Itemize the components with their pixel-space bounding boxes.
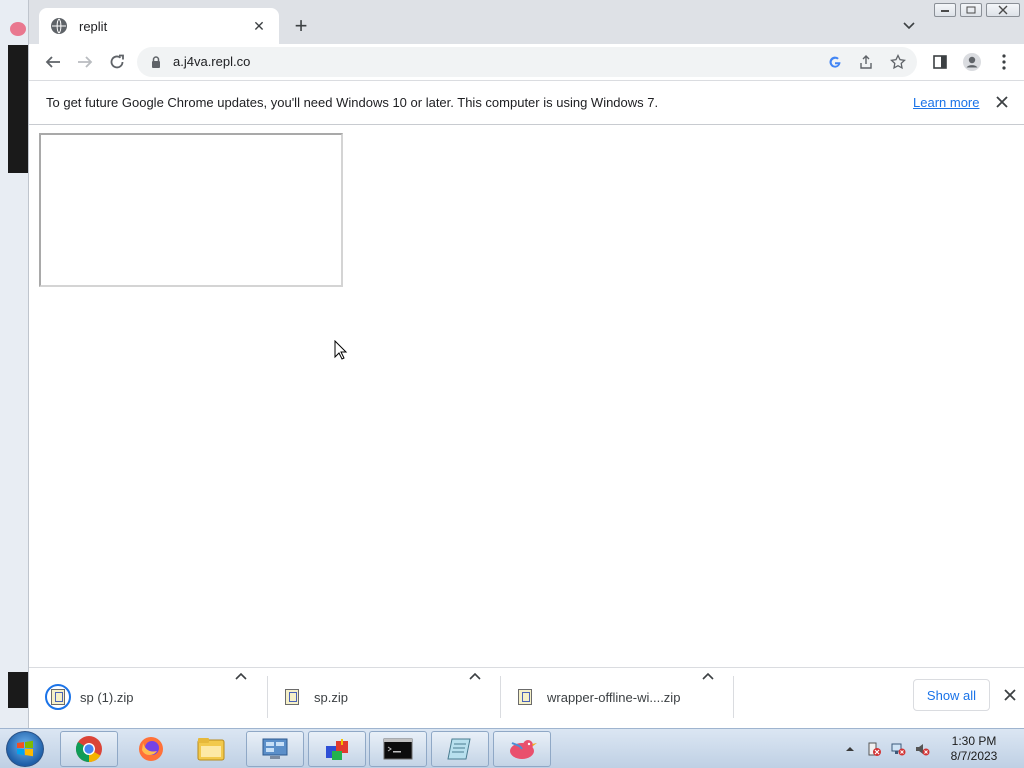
taskbar: 1:30 PM 8/7/2023 <box>0 728 1024 768</box>
file-explorer-icon <box>197 738 225 761</box>
close-window-button[interactable] <box>985 2 1021 18</box>
google-lens-icon[interactable] <box>826 53 844 71</box>
learn-more-link[interactable]: Learn more <box>913 95 979 110</box>
show-all-button[interactable]: Show all <box>913 679 990 711</box>
tab-close-icon[interactable]: ✕ <box>249 16 269 36</box>
network-icon[interactable] <box>890 741 906 757</box>
chevron-up-icon[interactable] <box>235 668 247 684</box>
download-item[interactable]: sp (1).zip <box>45 668 133 726</box>
new-tab-button[interactable]: + <box>289 14 313 38</box>
toolbar: a.j4va.repl.co <box>29 44 1024 80</box>
infobar-close-icon[interactable] <box>993 93 1011 111</box>
download-divider <box>267 676 268 718</box>
download-filename: sp.zip <box>314 689 348 705</box>
taskbar-firefox[interactable] <box>122 731 180 767</box>
profile-avatar-icon[interactable] <box>961 51 983 73</box>
taskbar-notepad[interactable] <box>431 731 489 767</box>
page-content <box>29 125 1024 667</box>
mouse-cursor-icon <box>334 340 348 360</box>
bird-app-icon <box>510 740 537 759</box>
side-panel-icon[interactable] <box>929 51 951 73</box>
download-shelf: sp (1).zip sp.zip wrapper-offline-wi....… <box>29 667 1024 728</box>
share-icon[interactable] <box>857 53 875 71</box>
desktop-bird-icon <box>10 22 26 36</box>
volume-muted-icon[interactable] <box>914 741 930 757</box>
download-item[interactable]: wrapper-offline-wi....zip <box>512 668 680 726</box>
download-divider <box>500 676 501 718</box>
firefox-icon <box>139 737 163 761</box>
tab-search-icon[interactable] <box>899 16 919 36</box>
background-window-edge <box>8 45 28 173</box>
chevron-up-icon[interactable] <box>702 668 714 684</box>
menu-kebab-icon[interactable] <box>993 51 1015 73</box>
download-divider <box>733 676 734 718</box>
clock-time: 1:30 PM <box>951 734 997 748</box>
command-prompt-icon <box>383 738 413 760</box>
globe-icon <box>51 18 67 34</box>
chevron-up-icon[interactable] <box>469 668 481 684</box>
control-panel-icon <box>262 738 288 759</box>
minimize-button[interactable] <box>933 2 957 18</box>
tray-expand-icon[interactable] <box>844 743 856 755</box>
action-center-icon[interactable] <box>866 741 882 757</box>
tab-title: replit <box>79 18 108 34</box>
taskbar-3d-app[interactable] <box>308 731 366 767</box>
update-infobar: To get future Google Chrome updates, you… <box>29 80 1024 125</box>
taskbar-bird-app[interactable] <box>493 731 551 767</box>
lock-icon[interactable] <box>149 55 163 69</box>
forward-button[interactable] <box>73 50 97 74</box>
taskbar-cmd[interactable] <box>369 731 427 767</box>
clock-date: 8/7/2023 <box>950 749 998 763</box>
title-bar: replit ✕ + <box>29 0 1024 44</box>
bookmark-star-icon[interactable] <box>889 53 907 71</box>
start-button[interactable] <box>6 731 44 767</box>
download-filename: wrapper-offline-wi....zip <box>547 689 681 705</box>
system-clock[interactable]: 1:30 PM 8/7/2023 <box>940 734 1008 764</box>
chrome-window: replit ✕ + a.j4va.repl.co To get future … <box>28 0 1024 728</box>
zip-file-icon <box>512 684 538 710</box>
url-text: a.j4va.repl.co <box>173 54 251 69</box>
windows-logo-icon <box>17 740 33 757</box>
zip-file-icon <box>279 684 305 710</box>
download-item[interactable]: sp.zip <box>279 668 348 726</box>
address-bar[interactable]: a.j4va.repl.co <box>137 47 917 77</box>
download-filename: sp (1).zip <box>80 689 134 705</box>
background-window-edge-bottom <box>8 672 28 708</box>
infobar-message: To get future Google Chrome updates, you… <box>46 95 659 110</box>
restore-button[interactable] <box>959 2 983 18</box>
3d-builder-icon <box>326 739 348 760</box>
taskbar-control-panel[interactable] <box>246 731 304 767</box>
embedded-frame[interactable] <box>39 133 343 287</box>
taskbar-chrome[interactable] <box>60 731 118 767</box>
back-button[interactable] <box>41 50 65 74</box>
notepad-icon <box>447 738 471 760</box>
tab-replit[interactable]: replit ✕ <box>39 8 279 44</box>
reload-button[interactable] <box>105 50 129 74</box>
zip-file-icon <box>45 684 71 710</box>
download-shelf-close-icon[interactable] <box>1001 686 1019 704</box>
chrome-icon <box>75 736 102 763</box>
taskbar-explorer[interactable] <box>182 731 240 767</box>
desktop-background <box>0 0 28 728</box>
